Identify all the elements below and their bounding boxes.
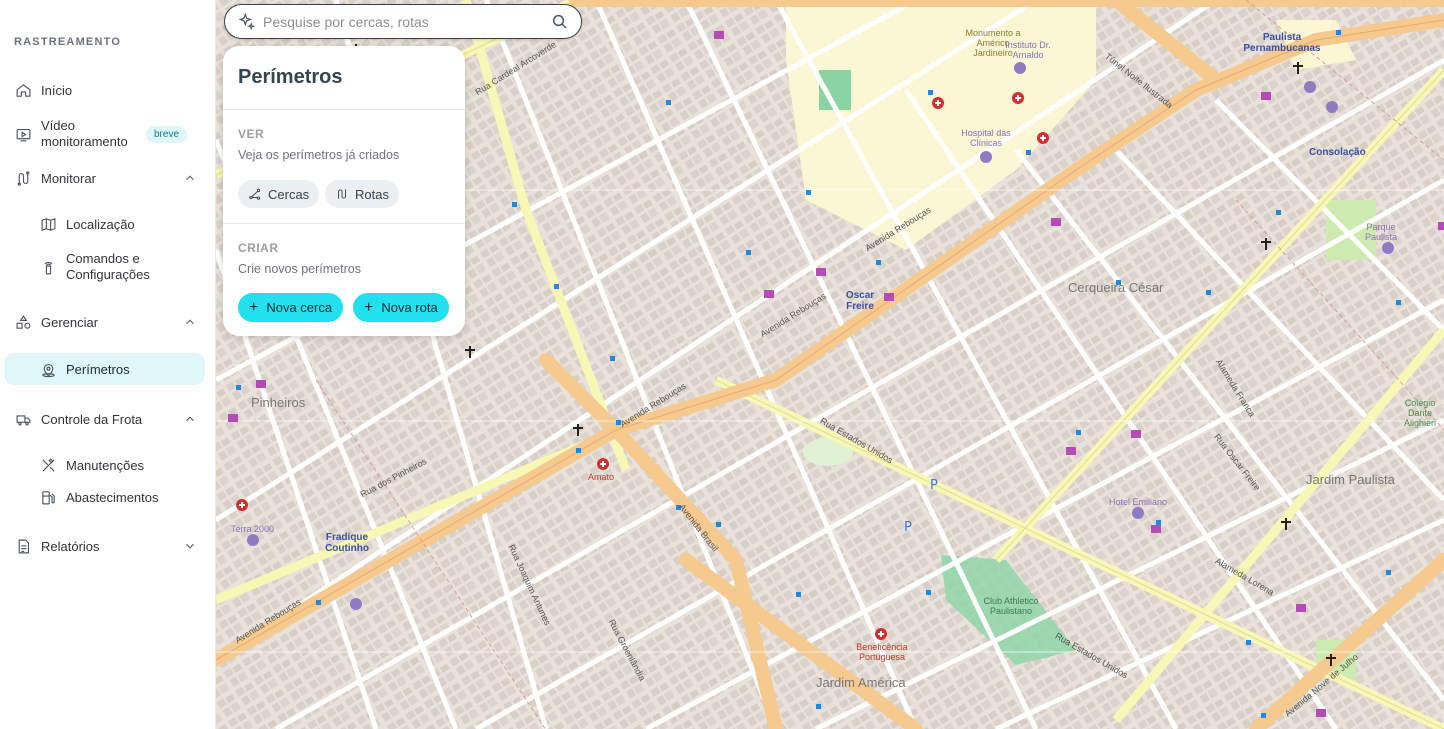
sidebar-item-monitorar[interactable]: Monitorar (4, 162, 205, 194)
sidebar-item-manutencoes[interactable]: Manutenções (4, 449, 205, 481)
create-section-description: Crie novos perímetros (238, 262, 361, 276)
new-route-label: Nova rota (381, 300, 438, 315)
map-label-terra: Terra 2000 (231, 524, 275, 534)
new-route-button[interactable]: + Nova rota (353, 293, 449, 322)
sidebar-item-localizacao[interactable]: Localização (4, 208, 205, 240)
map-label-amato: Amato (588, 472, 615, 482)
shapes-icon (14, 313, 32, 331)
tools-icon (39, 456, 57, 474)
map-label-club-paulistano: Club Athletico Paulistano (983, 596, 1039, 616)
route-icon (338, 189, 346, 199)
map-label-cerqueira-cesar: Cerqueira César (1068, 280, 1164, 295)
map-label-fradique-coutinho: Fradique Coutinho (325, 532, 369, 554)
map-label-oscar-freire: Oscar Freire (845, 290, 875, 312)
sidebar-item-label: Manutenções (66, 457, 145, 473)
view-section-description: Veja os perímetros já criados (238, 148, 400, 162)
chevron-up-icon (183, 171, 197, 185)
sparkle-icon (238, 12, 256, 30)
search-icon[interactable] (551, 13, 569, 31)
sidebar: RASTREAMENTO Início Vídeo monitoramento … (0, 0, 216, 729)
sidebar-item-frota[interactable]: Controle da Frota (4, 403, 205, 435)
geofence-icon (39, 360, 57, 378)
antenna-icon (39, 258, 57, 276)
create-section-tag: CRIAR (238, 241, 279, 255)
divider (223, 109, 465, 110)
route-icon (14, 169, 32, 187)
sidebar-item-video[interactable]: Vídeo monitoramento breve (4, 117, 205, 151)
view-section-tag: VER (238, 127, 265, 141)
new-fence-button[interactable]: + Nova cerca (238, 293, 344, 322)
home-icon (14, 81, 32, 99)
truck-icon (14, 410, 32, 428)
map-label-jardim-paulista: Jardim Paulista (1306, 472, 1395, 487)
sidebar-item-label: Comandos e Configurações (66, 251, 150, 282)
map-label-pinheiros: Pinheiros (251, 395, 306, 410)
chevron-up-icon (183, 315, 197, 329)
map-label-hotel-emiliano: Hotel Emiliano (1109, 497, 1168, 507)
chevron-up-icon (183, 412, 197, 426)
map-label-parque: Parque Paulista (1364, 222, 1398, 242)
fences-chip[interactable]: Cercas (238, 180, 320, 208)
sidebar-item-comandos[interactable]: Comandos e Configurações (4, 249, 205, 285)
sidebar-item-label: Relatórios (41, 538, 100, 554)
sidebar-item-inicio[interactable]: Início (4, 74, 205, 106)
plus-icon: + (364, 298, 374, 316)
fences-chip-label: Cercas (268, 186, 310, 202)
map-label-instituto: Instituto Dr. Arnaldo (1005, 40, 1051, 60)
svg-text:P: P (930, 478, 938, 493)
perimeters-panel: Perímetros VER Veja os perímetros já cri… (223, 46, 465, 336)
routes-chip[interactable]: Rotas (325, 180, 399, 208)
new-fence-label: Nova cerca (266, 300, 333, 315)
polygon-icon (249, 188, 261, 200)
sidebar-item-label: Abastecimentos (66, 489, 159, 505)
divider (223, 223, 465, 224)
map-label-hospital: Hospital das Clínicas (961, 128, 1011, 148)
sidebar-item-label: Início (41, 82, 73, 98)
search-input[interactable] (263, 13, 551, 30)
map-icon (39, 215, 57, 233)
map-label-beneficencia: Beneficência Portuguesa (856, 642, 908, 662)
sidebar-item-relatorios[interactable]: Relatórios (4, 530, 205, 562)
sidebar-item-gerenciar[interactable]: Gerenciar (4, 306, 205, 338)
sidebar-item-label: Localização (66, 216, 135, 232)
svg-text:P: P (904, 520, 912, 535)
map-label-jardim-america: Jardim América (816, 675, 906, 690)
video-icon (14, 125, 32, 143)
plus-icon: + (249, 298, 259, 316)
panel-title: Perímetros (238, 66, 343, 88)
sidebar-item-label: Perímetros (66, 361, 130, 377)
fuel-icon (39, 488, 57, 506)
map-label-paulista: Paulista Pernambucanas (1243, 32, 1321, 54)
search-bar[interactable] (224, 4, 582, 39)
sidebar-item-label: Monitorar (41, 170, 96, 186)
map-label-dante: Colégio Dante Alighieri (1403, 398, 1436, 428)
sidebar-item-label: Gerenciar (41, 314, 99, 330)
routes-chip-label: Rotas (355, 186, 389, 202)
report-icon (14, 537, 32, 555)
sidebar-item-perimetros[interactable]: Perímetros (4, 353, 205, 385)
sidebar-item-abastecimentos[interactable]: Abastecimentos (4, 481, 205, 513)
sidebar-item-label: Vídeo monitoramento (41, 118, 128, 149)
sidebar-section-title: RASTREAMENTO (14, 36, 122, 48)
sidebar-item-label: Controle da Frota (41, 411, 143, 427)
coming-soon-badge: breve (146, 125, 188, 143)
map-label-consolacao: Consolação (1309, 147, 1366, 158)
chevron-down-icon (183, 539, 197, 553)
